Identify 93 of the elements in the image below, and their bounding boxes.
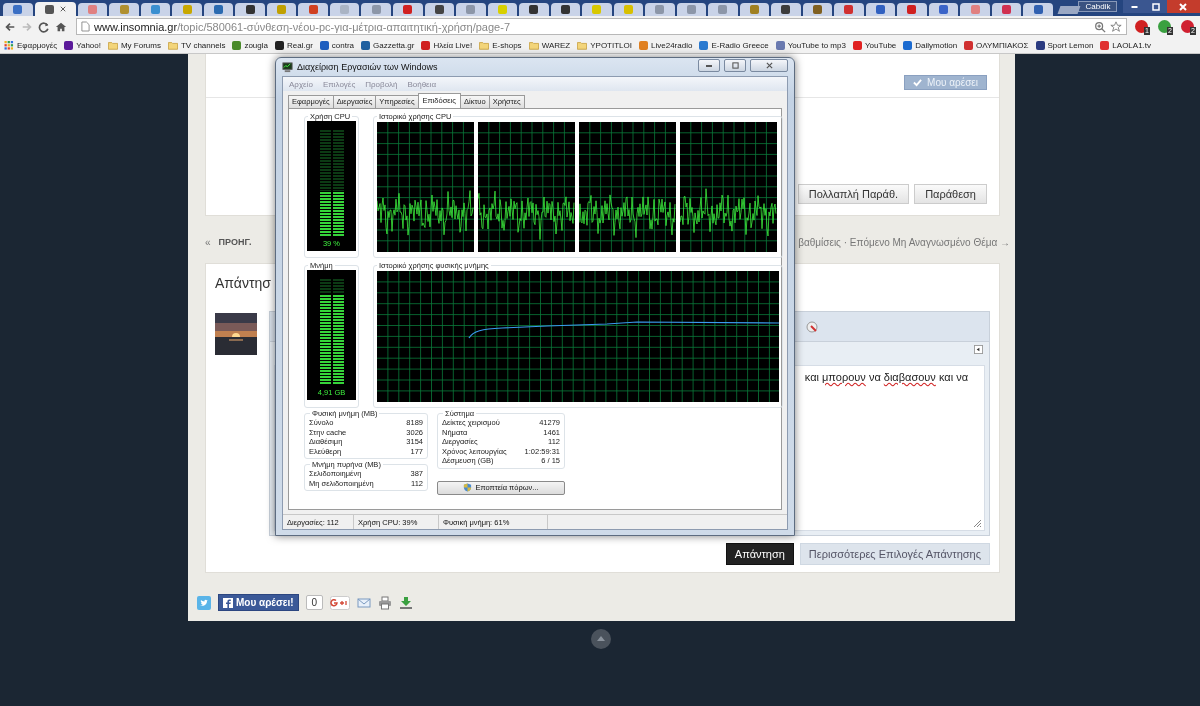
check-icon (913, 78, 923, 87)
bookmark-item[interactable]: WAREZ (528, 40, 571, 50)
bookmark-item[interactable]: ΟΛΥΜΠΙΑΚΟΣ (964, 40, 1029, 50)
next-unread-link[interactable]: βαθμίσεις · Επόμενο Μη Αναγνωσμένο Θέμα → (798, 236, 1010, 248)
reply-heading: Απάντησ (215, 274, 272, 293)
bookmark-item[interactable]: My Forums (107, 40, 161, 50)
browser-tab[interactable] (34, 2, 76, 16)
bookmark-item[interactable]: YPOTITLOI (577, 40, 632, 50)
minimize-button[interactable] (1123, 0, 1146, 13)
minimize-button[interactable] (698, 59, 720, 72)
browser-tab[interactable] (140, 3, 171, 16)
close-icon[interactable] (59, 6, 66, 12)
maximize-icon (1150, 1, 1161, 12)
bookmark-item[interactable]: E-Radio Greece (699, 40, 769, 50)
home-icon[interactable] (55, 20, 67, 33)
monitor-icon (282, 61, 293, 73)
address-bar[interactable]: www.insomnia.gr/topic/580061-σύνθεση-νέου-pc-για-μέτρια-απαιτητική-χρήση/page-7 (76, 18, 1127, 35)
browser-tab[interactable] (550, 3, 581, 16)
download-icon[interactable] (399, 595, 414, 610)
resize-grip-icon[interactable] (972, 518, 982, 528)
quote-button[interactable]: Πολλαπλή Παράθ. (797, 184, 910, 204)
folder-icon (528, 40, 539, 50)
reload-icon[interactable] (38, 20, 50, 33)
back-icon[interactable] (4, 20, 16, 33)
browser-tab[interactable] (77, 3, 108, 16)
previous-arrow[interactable]: « (205, 236, 211, 248)
editor-text: και μπορουν να διαβασουν και να (804, 371, 968, 383)
browser-tab[interactable] (771, 3, 801, 16)
browser-tab[interactable] (928, 3, 959, 16)
reply-button[interactable]: Απάντηση (725, 543, 794, 565)
maximize-button[interactable] (724, 59, 746, 72)
print-icon[interactable] (378, 595, 393, 610)
collapse-arrow-icon[interactable] (974, 345, 983, 354)
reply-button[interactable]: Περισσότερες Επιλογές Απάντησης (799, 543, 990, 565)
new-tab-button[interactable] (1057, 6, 1080, 14)
bookmark-item[interactable]: E-shops (479, 40, 522, 50)
maximize-button[interactable] (1145, 0, 1167, 13)
maximize-icon (730, 62, 740, 69)
bookmark-item[interactable]: TV channels (167, 40, 226, 50)
like-count: 0 (305, 595, 324, 610)
star-icon[interactable] (1110, 20, 1122, 33)
bookmark-item[interactable]: Ηλεία Live! (421, 40, 473, 50)
profile-button[interactable]: Cabdik (1078, 1, 1118, 12)
folder-icon (167, 40, 178, 50)
bookmark-item[interactable]: YouTube (852, 40, 897, 50)
bookmark-item[interactable]: contra (319, 40, 355, 50)
scroll-to-top-icon[interactable] (591, 629, 611, 649)
browser-tab[interactable] (613, 3, 644, 16)
minimize-icon (706, 64, 712, 67)
previous-link[interactable]: ΠΡΟΗΓ. (218, 237, 252, 247)
folder-icon (107, 40, 118, 50)
bookmark-item[interactable]: Yahoo! (64, 40, 101, 50)
bookmark-item[interactable]: Gazzetta.gr (361, 40, 415, 50)
bookmark-item[interactable]: Real.gr (275, 40, 313, 50)
browser-tab[interactable] (266, 3, 297, 16)
toolbar-icon[interactable] (806, 320, 818, 333)
browser-tab[interactable] (739, 3, 770, 16)
browser-tab[interactable] (802, 3, 833, 16)
facebook-icon (223, 597, 233, 608)
window-title: Διαχείριση Εργασιών των Windows (297, 62, 438, 72)
google-plus-icon[interactable] (330, 595, 351, 610)
bookmark-item[interactable]: Dailymotion (903, 40, 958, 50)
bookmark-item[interactable]: YouTube to mp3 (775, 40, 846, 50)
shield-icon (463, 483, 473, 492)
browser-tab[interactable] (1023, 3, 1053, 16)
browser-tab[interactable] (865, 3, 896, 16)
minimize-icon (1130, 5, 1138, 8)
bookmark-item[interactable]: LAOLA1.tv (1100, 40, 1152, 50)
browser-tab[interactable] (235, 3, 265, 16)
quote-button[interactable]: Παράθεση (914, 184, 987, 204)
browser-tab[interactable] (329, 3, 360, 16)
browser-tab[interactable] (203, 3, 234, 16)
bookmark-item[interactable]: Live24radio (639, 40, 693, 50)
folder-icon (577, 40, 588, 50)
browser-tab[interactable] (487, 3, 518, 16)
close-button[interactable] (1166, 0, 1200, 13)
apps-grid-icon (4, 40, 14, 50)
bookmark-item[interactable]: zougla (232, 40, 268, 50)
browser-tab[interactable] (424, 3, 454, 16)
browser-tab[interactable] (991, 3, 1022, 16)
bookmark-item[interactable]: Εφαρμογές (4, 40, 58, 50)
browser-tab[interactable] (897, 3, 927, 16)
close-icon (764, 62, 774, 69)
browser-tab[interactable] (519, 3, 549, 16)
page-icon (81, 21, 90, 32)
close-icon (1178, 1, 1189, 12)
close-button[interactable] (750, 59, 788, 72)
zoom-icon[interactable] (1094, 20, 1106, 33)
facebook-like-button[interactable]: Μου αρέσει! (218, 594, 299, 611)
browser-tab[interactable] (393, 3, 423, 16)
folder-icon (479, 40, 490, 50)
browser-tab[interactable] (676, 3, 707, 16)
bookmark-item[interactable]: Sport Lemon (1035, 40, 1094, 50)
